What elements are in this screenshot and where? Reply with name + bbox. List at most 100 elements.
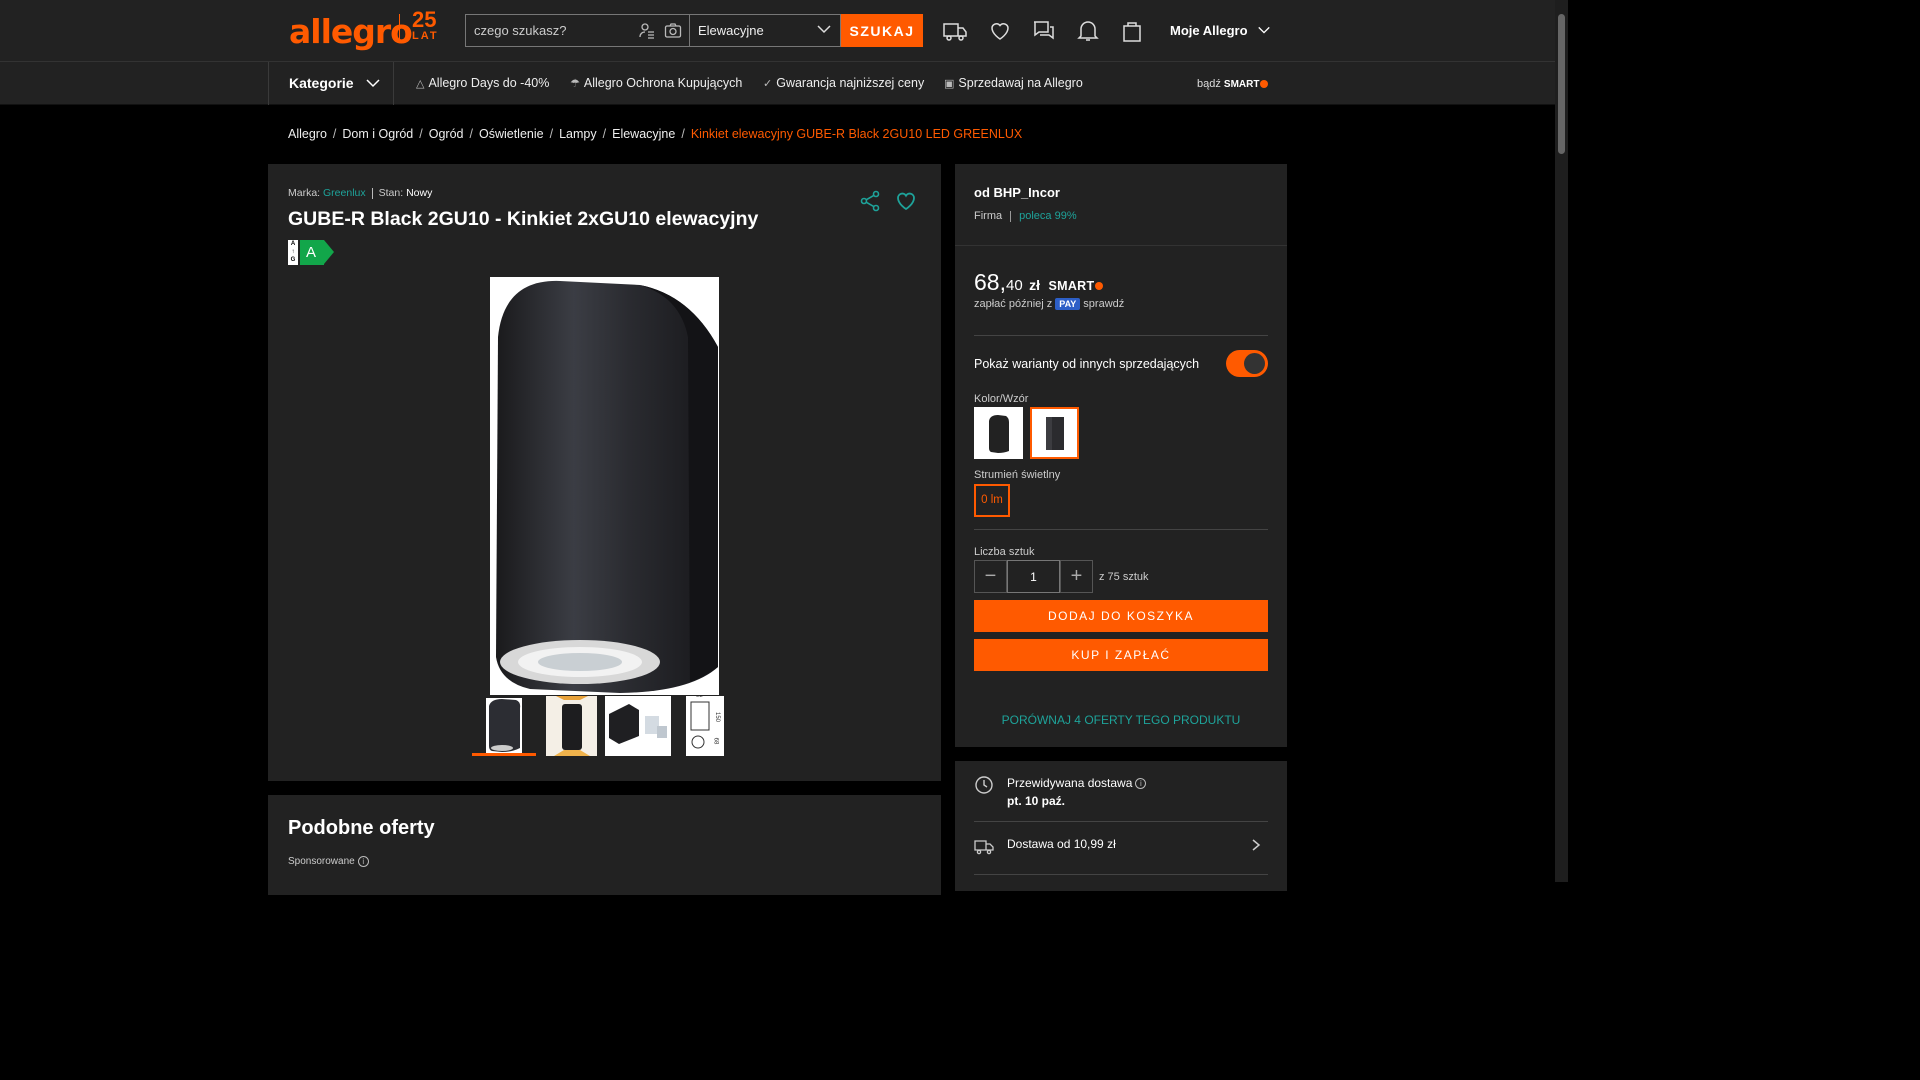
shop-icon: ▣ bbox=[944, 78, 955, 90]
smart-icon bbox=[1260, 80, 1269, 89]
price-cents: 40 bbox=[1005, 277, 1023, 294]
breadcrumb-item[interactable]: Oświetlenie bbox=[479, 127, 544, 141]
price-currency: zł bbox=[1029, 277, 1041, 293]
share-icon[interactable] bbox=[858, 189, 882, 213]
energy-label[interactable]: A ↑ G A bbox=[288, 240, 334, 265]
luminous-flux-option[interactable]: 0 lm bbox=[974, 484, 1010, 517]
scrollbar-thumb[interactable] bbox=[1558, 14, 1565, 154]
breadcrumb-item[interactable]: Lampy bbox=[559, 127, 597, 141]
delivery-estimate-text: Przewidywana dostawa bbox=[1007, 776, 1133, 790]
delivery-panel: Przewidywana dostawa i pt. 10 paź. Dostaw… bbox=[955, 761, 1287, 891]
nav-item-buyer-protection[interactable]: ☂ Allegro Ochrona Kupujących bbox=[570, 76, 742, 90]
info-icon[interactable]: i bbox=[357, 856, 369, 867]
cart-bag-icon[interactable] bbox=[1119, 18, 1145, 44]
thumbnail-4-dimensions[interactable]: 92 150 68 bbox=[686, 696, 724, 756]
compare-offers-link[interactable]: PORÓWNAJ 4 OFERTY TEGO PRODUKTU bbox=[955, 713, 1287, 727]
category-select[interactable]: Elewacyjne bbox=[689, 14, 841, 47]
chevron-down-icon bbox=[1257, 23, 1271, 38]
badge-check-icon: ✓ bbox=[763, 78, 773, 90]
top-bar: allegro 25 LAT Elewacyjne SZUKAJ Moje Al… bbox=[0, 0, 1555, 62]
anniversary-text: LAT bbox=[412, 30, 439, 42]
similar-offers-title: Podobne oferty bbox=[288, 817, 435, 839]
similar-offers-section: Podobne oferty Sponsorowane i bbox=[268, 795, 941, 895]
delivery-truck-icon bbox=[974, 836, 994, 856]
color-label: Kolor/Wzór bbox=[974, 393, 1029, 405]
search-box bbox=[465, 14, 689, 47]
buy-now-button[interactable]: KUP I ZAPŁAĆ bbox=[974, 639, 1268, 671]
breadcrumb-item[interactable]: Ogród bbox=[429, 127, 464, 141]
breadcrumb-item[interactable]: Dom i Ogród bbox=[342, 127, 413, 141]
quantity-input[interactable] bbox=[1007, 560, 1060, 593]
dimension-label: 150 bbox=[714, 711, 721, 723]
anniversary-badge: 25 LAT bbox=[412, 9, 439, 43]
seller-meta: Firma poleca 99% bbox=[974, 210, 1077, 222]
paylater-prefix: zapłać później z bbox=[974, 298, 1053, 310]
logo-divider bbox=[399, 14, 400, 42]
nav-item-label: Allegro Days do -40% bbox=[428, 76, 550, 90]
nav-item-lowest-price[interactable]: ✓ Gwarancja najniższej ceny bbox=[763, 76, 924, 90]
thumbnail-2[interactable] bbox=[546, 696, 597, 756]
nav-item-label: Gwarancja najniższej ceny bbox=[776, 76, 925, 90]
sponsored-label: Sponsorowane i bbox=[288, 856, 369, 867]
nav-item-label: Allegro Ochrona Kupujących bbox=[583, 76, 743, 90]
pay-later: zapłać później z PAY sprawdź bbox=[974, 298, 1124, 310]
delivery-cost[interactable]: Dostawa od 10,99 zł bbox=[1007, 837, 1116, 851]
smart-prefix: bądź bbox=[1197, 78, 1221, 90]
flame-icon: △ bbox=[416, 78, 425, 90]
smart-icon bbox=[1095, 281, 1104, 290]
voice-search-icon[interactable] bbox=[638, 22, 656, 40]
buy-panel: od BHP_Incor Firma poleca 99% 68,40 zł SM… bbox=[955, 164, 1287, 747]
sponsored-text: Sponsorowane bbox=[288, 856, 355, 868]
color-swatch-square-selected[interactable] bbox=[1030, 407, 1079, 459]
info-icon[interactable]: i bbox=[1135, 778, 1147, 790]
favorites-heart-icon[interactable] bbox=[987, 18, 1013, 44]
messages-icon[interactable] bbox=[1031, 18, 1057, 44]
thumbnail-1[interactable] bbox=[472, 696, 536, 756]
breadcrumb-item[interactable]: Elewacyjne bbox=[612, 127, 675, 141]
smart-link[interactable]: bądź SMART bbox=[1197, 78, 1269, 90]
chevron-right-icon[interactable] bbox=[1249, 838, 1263, 855]
seller-recommend[interactable]: poleca 99% bbox=[1019, 210, 1077, 222]
thumbnail-3[interactable] bbox=[605, 696, 671, 756]
product-meta: Marka: Greenlux Stan: Nowy bbox=[288, 187, 432, 199]
quantity-available: z 75 sztuk bbox=[1099, 571, 1149, 583]
notifications-bell-icon[interactable] bbox=[1075, 18, 1101, 44]
quantity-decrease-button[interactable]: − bbox=[974, 560, 1007, 593]
paylater-check-link[interactable]: sprawdź bbox=[1083, 298, 1124, 310]
clock-icon bbox=[974, 775, 994, 795]
breadcrumb-item[interactable]: Allegro bbox=[288, 127, 327, 141]
nav-bar: Kategorie △ Allegro Days do -40% ☂ Allegro… bbox=[0, 62, 1555, 105]
allegro-logo[interactable]: allegro bbox=[289, 12, 413, 51]
delivery-truck-icon[interactable] bbox=[942, 18, 968, 44]
categories-menu[interactable]: Kategorie bbox=[268, 62, 394, 105]
seller-name[interactable]: od BHP_Incor bbox=[974, 185, 1060, 200]
variants-toggle-label: Pokaż warianty od innych sprzedających bbox=[974, 357, 1200, 371]
thumbnail-active-indicator bbox=[472, 753, 536, 756]
smart-label: SMART bbox=[1223, 79, 1260, 90]
nav-item-allegro-days[interactable]: △ Allegro Days do -40% bbox=[416, 76, 549, 90]
search-input[interactable] bbox=[466, 15, 626, 46]
nav-item-label: Sprzedawaj na Allegro bbox=[958, 76, 1083, 90]
page-scrollbar[interactable] bbox=[1555, 0, 1568, 882]
product-title: GUBE-R Black 2GU10 - Kinkiet 2xGU10 elew… bbox=[288, 208, 759, 230]
color-swatch-round[interactable] bbox=[974, 407, 1023, 459]
quantity-increase-button[interactable]: + bbox=[1060, 560, 1093, 593]
my-allegro-menu[interactable]: Moje Allegro bbox=[1170, 23, 1271, 38]
categories-label: Kategorie bbox=[289, 75, 354, 91]
condition-value: Nowy bbox=[406, 187, 433, 199]
search-button[interactable]: SZUKAJ bbox=[841, 14, 923, 47]
product-main-image[interactable] bbox=[490, 277, 719, 695]
umbrella-icon: ☂ bbox=[570, 78, 580, 90]
camera-search-icon[interactable] bbox=[664, 22, 682, 40]
nav-item-sell[interactable]: ▣ Sprzedawaj na Allegro bbox=[944, 76, 1083, 90]
dimension-label: 68 bbox=[712, 737, 719, 745]
energy-scale: A ↑ G bbox=[288, 240, 298, 265]
breadcrumb-current: Kinkiet elewacyjny GUBE-R Black 2GU10 LE… bbox=[690, 127, 1023, 141]
my-allegro-label: Moje Allegro bbox=[1170, 23, 1248, 38]
add-to-cart-button[interactable]: DODAJ DO KOSZYKA bbox=[974, 600, 1268, 632]
brand-link[interactable]: Greenlux bbox=[323, 187, 366, 199]
price-whole: 68, bbox=[974, 269, 1006, 295]
variants-toggle[interactable] bbox=[1226, 350, 1268, 377]
favorite-heart-icon[interactable] bbox=[894, 189, 918, 213]
quantity-label: Liczba sztuk bbox=[974, 546, 1035, 558]
